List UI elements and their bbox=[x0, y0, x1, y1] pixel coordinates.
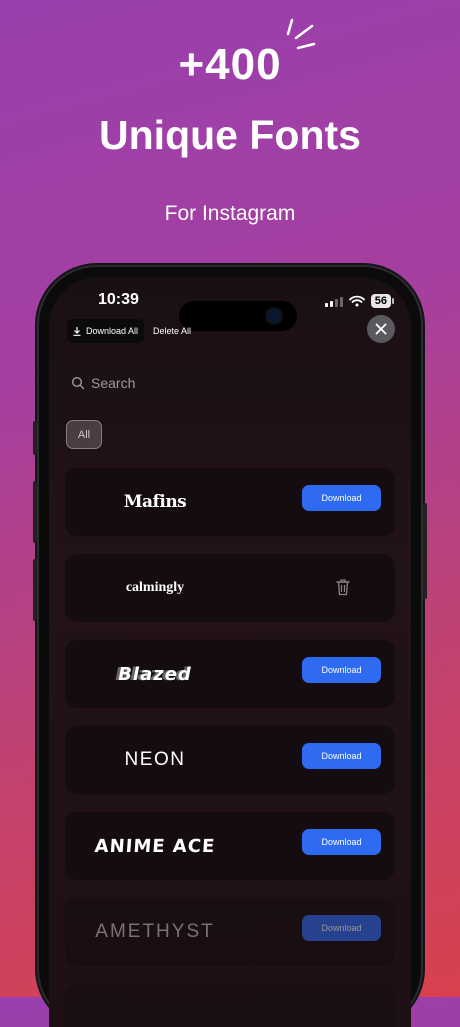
download-button[interactable]: Download bbox=[302, 915, 381, 941]
promo-count: +400 bbox=[178, 40, 282, 89]
download-button[interactable]: Download bbox=[302, 829, 381, 855]
close-button[interactable] bbox=[367, 315, 395, 343]
app-screen: 10:39 56 Download All Delete All Search … bbox=[49, 277, 411, 1027]
volume-down-button bbox=[33, 559, 37, 621]
font-card-partial[interactable] bbox=[65, 984, 395, 1027]
wifi-icon bbox=[348, 295, 365, 307]
download-all-label: Download All bbox=[86, 326, 139, 336]
font-card-blazed[interactable]: Blazed Download bbox=[65, 640, 395, 708]
promo-headline: Unique Fonts bbox=[99, 112, 361, 158]
download-all-button[interactable]: Download All bbox=[67, 319, 145, 343]
close-icon bbox=[375, 323, 387, 335]
font-card-calmingly[interactable]: calmingly bbox=[65, 554, 395, 622]
volume-up-button bbox=[33, 481, 37, 543]
font-card-mafins[interactable]: Mafins Download bbox=[65, 468, 395, 536]
download-button[interactable]: Download bbox=[302, 743, 381, 769]
font-preview: NEON bbox=[124, 749, 186, 770]
promo-subtitle: For Instagram bbox=[164, 202, 296, 225]
font-preview: ANIME ACE bbox=[93, 835, 217, 857]
trash-icon[interactable] bbox=[335, 578, 351, 596]
sparkle-icon bbox=[286, 18, 316, 50]
font-preview: Mafins bbox=[123, 492, 187, 512]
font-preview: AMETHYST bbox=[95, 921, 215, 942]
phone-frame: 10:39 56 Download All Delete All Search … bbox=[33, 267, 427, 1027]
status-indicators: 56 bbox=[324, 294, 395, 308]
font-card-anime-ace[interactable]: ANIME ACE Download bbox=[65, 812, 395, 880]
delete-all-button[interactable]: Delete All bbox=[153, 319, 191, 343]
camera-icon bbox=[267, 309, 281, 323]
download-button[interactable]: Download bbox=[302, 657, 381, 683]
search-placeholder: Search bbox=[91, 375, 136, 391]
cellular-signal-icon bbox=[324, 296, 343, 307]
search-icon bbox=[71, 376, 85, 390]
battery-indicator: 56 bbox=[370, 294, 395, 308]
silent-switch bbox=[33, 421, 37, 455]
font-card-amethyst[interactable]: AMETHYST Download bbox=[65, 898, 395, 966]
power-button bbox=[423, 503, 427, 599]
font-preview: calmingly bbox=[125, 580, 185, 595]
filter-chip-all[interactable]: All bbox=[66, 420, 102, 449]
download-button[interactable]: Download bbox=[302, 485, 381, 511]
font-preview: Blazed bbox=[118, 663, 192, 685]
font-card-neon[interactable]: NEON Download bbox=[65, 726, 395, 794]
download-icon bbox=[73, 326, 81, 336]
search-input[interactable]: Search bbox=[65, 368, 398, 398]
status-time: 10:39 bbox=[98, 291, 139, 308]
